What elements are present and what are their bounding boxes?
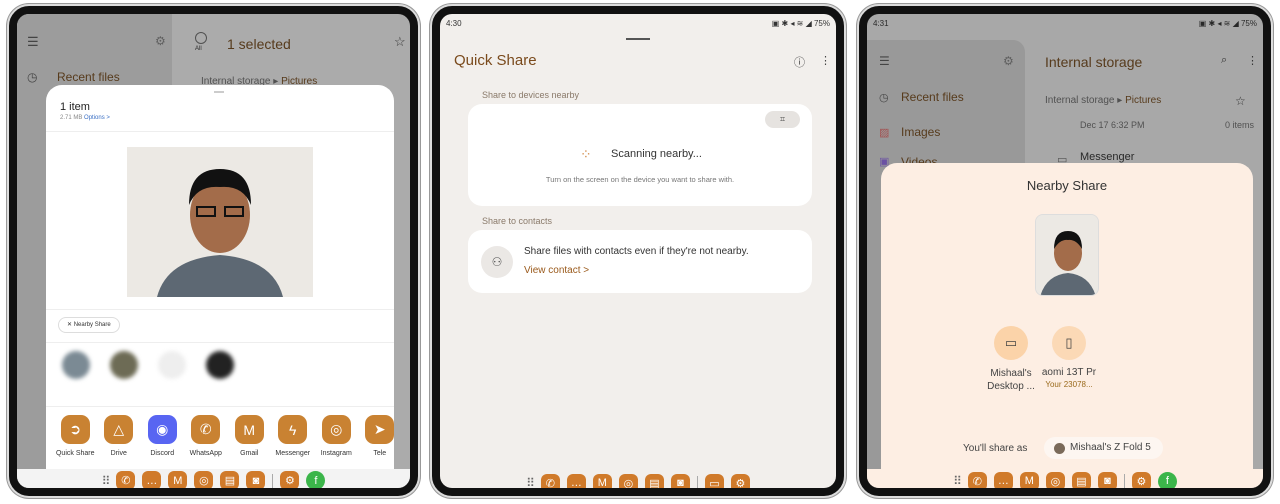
notes-app-icon[interactable]: ▤ [644,473,664,488]
app-messenger[interactable]: ϟ Messenger [273,415,314,457]
nearby-share-sheet: Nearby Share ▭ Mishaal's Desktop ... ▯ a… [881,163,1253,483]
screen-nearby-share: 4:31 ▣ ✱ ◂ ≋ ◢ 75% ☰ ⚙ ◷ Recent files ▨ … [867,14,1263,488]
shared-photo-thumbnail [1035,214,1099,296]
apps-grid-icon[interactable]: ⠿ [102,474,111,488]
screen-quick-share: 4:30 ▣ ✱ ◂ ≋ ◢ 75% Quick Share ⓘ ⋮ Share… [440,14,836,488]
app-share-row: ➲ Quick Share △ Drive ◉ Discord ✆ WhatsApp M… [55,415,400,457]
gmail-app-icon[interactable]: M [168,471,188,488]
phone-2: 4:30 ▣ ✱ ◂ ≋ ◢ 75% Quick Share ⓘ ⋮ Share… [430,4,846,498]
contacts-description: Share files with contacts even if they'r… [524,246,749,257]
settings-app-icon[interactable]: ⚙ [280,471,300,488]
scanning-spinner-icon: ⁘ [580,146,593,162]
messenger-icon: ϟ [278,415,308,444]
messages-app-icon[interactable]: … [142,471,162,488]
item-count: 1 item [60,101,90,113]
file-size: 2.71 MB [60,115,83,121]
feedly-app-icon[interactable]: f [1157,471,1177,488]
contacts-card: ⚇ Share files with contacts even if they… [468,230,812,293]
camera-app-icon[interactable]: ◙ [670,473,690,488]
profile-avatar [1054,442,1065,454]
scan-hint: Turn on the screen on the device you wan… [545,175,735,184]
device-name: Mishaal's Desktop ... [987,368,1035,392]
discord-icon: ◉ [147,415,177,444]
phone-app-icon[interactable]: ✆ [540,473,560,488]
gmail-app-icon[interactable]: M [1019,471,1039,488]
feedly-app-icon[interactable]: f [306,471,326,488]
phone-3: 4:31 ▣ ✱ ◂ ≋ ◢ 75% ☰ ⚙ ◷ Recent files ▨ … [857,4,1273,498]
camera-app-icon[interactable]: ◙ [246,471,266,488]
contact-avatar[interactable] [206,351,234,379]
shared-photo [127,147,313,297]
device-name: aomi 13T Pr [1041,367,1097,378]
chrome-app-icon[interactable]: ◎ [618,473,638,488]
phone-icon: ▯ [1052,326,1086,360]
messages-app-icon[interactable]: … [566,473,586,488]
contact-avatar[interactable] [62,351,90,379]
section-devices-label: Share to devices nearby [482,90,580,100]
notes-app-icon[interactable]: ▤ [220,471,240,488]
status-icons: ▣ ✱ ◂ ≋ ◢ 75% [771,19,830,28]
messages-app-icon[interactable]: … [993,471,1013,488]
phone-1: ☰ ⚙ ◷ Recent files All 1 selected ☆ Inte… [7,4,420,498]
drag-handle[interactable] [214,91,224,93]
status-time: 4:30 [446,19,462,28]
app-quick-share[interactable]: ➲ Quick Share [55,415,96,457]
app-whatsapp[interactable]: ✆ WhatsApp [186,415,227,457]
taskbar: ⠿ ✆ … M ◎ ▤ ◙ ▭ ⚙ [440,469,836,488]
chrome-app-icon[interactable]: ◎ [194,471,214,488]
contact-avatar[interactable] [110,351,138,379]
telegram-icon: ➤ [365,415,395,444]
chrome-app-icon[interactable]: ◎ [1045,471,1065,488]
app-instagram[interactable]: ◎ Instagram [316,415,357,457]
contacts-icon: ⚇ [481,246,513,278]
gmail-icon: M [234,415,264,444]
drag-handle[interactable] [626,38,650,40]
nearby-devices-card: ⌗ ⁘ Scanning nearby... Turn on the scree… [468,104,812,206]
camera-app-icon[interactable]: ◙ [1097,471,1117,488]
qr-code-button[interactable]: ⌗ [765,111,800,128]
nearby-share-button[interactable]: ✕ Nearby Share [58,317,120,333]
settings-app-icon[interactable]: ⚙ [1131,471,1151,488]
share-as-label: You'll share as [963,443,1028,454]
device-phone[interactable]: ▯ aomi 13T Pr Your 23078... [1041,326,1097,389]
quick-share-icon: ➲ [60,415,90,444]
sheet-title: Nearby Share [1026,178,1108,193]
share-as-chip[interactable]: Mishaal's Z Fold 5 [1044,437,1163,459]
instagram-icon: ◎ [321,415,351,444]
contact-avatar[interactable] [158,351,186,379]
app-discord[interactable]: ◉ Discord [142,415,183,457]
laptop-icon: ▭ [994,326,1028,360]
device-subtitle: Your 23078... [1045,380,1093,389]
direct-share-contacts [62,351,234,379]
section-contacts-label: Share to contacts [482,216,553,226]
taskbar: ⠿ ✆ … M ◎ ▤ ◙ ⚙ f [17,469,410,488]
files-app-icon[interactable]: ▭ [704,473,724,488]
scanning-text: Scanning nearby... [611,148,702,160]
phone-app-icon[interactable]: ✆ [967,471,987,488]
app-gmail[interactable]: M Gmail [229,415,270,457]
phone-app-icon[interactable]: ✆ [116,471,136,488]
notes-app-icon[interactable]: ▤ [1071,471,1091,488]
info-icon[interactable]: ⓘ [794,54,805,70]
app-drive[interactable]: △ Drive [99,415,140,457]
page-title: Quick Share [454,52,537,69]
device-desktop[interactable]: ▭ Mishaal's Desktop ... [976,326,1046,393]
options-link[interactable]: Options > [84,115,110,121]
app-telegram[interactable]: ➤ Tele [360,415,401,457]
taskbar: ⠿ ✆ … M ◎ ▤ ◙ ⚙ f [867,469,1263,488]
more-options-icon[interactable]: ⋮ [820,54,831,67]
apps-grid-icon[interactable]: ⠿ [953,474,962,488]
gmail-app-icon[interactable]: M [592,473,612,488]
apps-grid-icon[interactable]: ⠿ [526,476,535,488]
nearby-share-icon: ✕ [67,322,74,328]
drive-icon: △ [104,415,134,444]
settings-app-icon[interactable]: ⚙ [730,473,750,488]
screen-files-share-sheet: ☰ ⚙ ◷ Recent files All 1 selected ☆ Inte… [17,14,410,488]
whatsapp-icon: ✆ [191,415,221,444]
share-sheet: 1 item 2.71 MB Options > ✕ Nearby Share … [46,85,395,469]
view-contact-link[interactable]: View contact > [524,265,589,276]
